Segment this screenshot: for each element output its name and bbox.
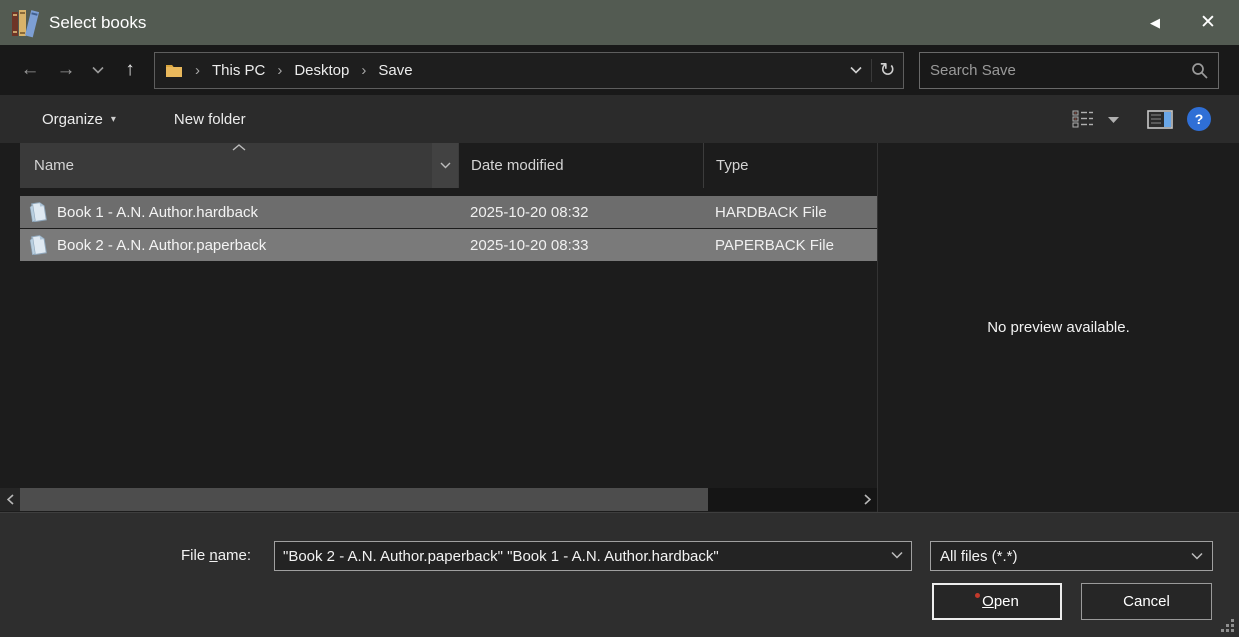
resize-grip[interactable] bbox=[1222, 620, 1234, 632]
navigation-bar: ← → ↑ › This PC › Desktop › Save ↻ bbox=[0, 45, 1239, 95]
breadcrumb-tail: ↻ bbox=[841, 59, 903, 82]
file-list-pane: Name Date modified Type bbox=[0, 143, 878, 512]
column-header-name[interactable]: Name bbox=[20, 143, 458, 188]
file-dialog-window: Select books ◀ ✕ ← → ↑ › This PC › Deskt… bbox=[0, 0, 1239, 637]
address-dropdown-button[interactable] bbox=[841, 61, 871, 79]
chevron-left-icon bbox=[7, 494, 14, 505]
chevron-right-icon bbox=[864, 494, 871, 505]
preview-pane-icon[interactable] bbox=[1147, 110, 1173, 129]
chevron-down-icon bbox=[850, 66, 862, 74]
breadcrumb-separator: › bbox=[357, 62, 370, 79]
help-button[interactable]: ? bbox=[1187, 107, 1211, 131]
details-view-icon[interactable] bbox=[1072, 110, 1094, 128]
command-toolbar: Organize ▾ New folder bbox=[0, 95, 1239, 143]
file-type-cell: PAPERBACK File bbox=[703, 237, 877, 254]
close-button[interactable]: ✕ bbox=[1177, 0, 1239, 45]
titlebar: Select books ◀ ✕ bbox=[0, 0, 1239, 45]
chevron-down-icon: ▾ bbox=[111, 114, 116, 125]
search-icon bbox=[1191, 62, 1208, 79]
breadcrumb-separator: › bbox=[191, 62, 204, 79]
breadcrumb-item-save[interactable]: Save bbox=[370, 62, 420, 79]
breadcrumb[interactable]: › This PC › Desktop › Save ↻ bbox=[154, 52, 904, 89]
file-type-select[interactable]: All files (*.*) bbox=[930, 541, 1213, 571]
organize-menu-button[interactable]: Organize ▾ bbox=[42, 111, 116, 128]
file-name-input[interactable] bbox=[274, 541, 912, 571]
file-type-cell: HARDBACK File bbox=[703, 204, 877, 221]
search-input[interactable] bbox=[930, 62, 1191, 79]
column-header-type-label: Type bbox=[716, 157, 749, 174]
open-label-post: pen bbox=[994, 593, 1019, 610]
file-name-label-pre: File bbox=[181, 547, 209, 564]
scroll-right-button[interactable] bbox=[857, 488, 877, 511]
breadcrumb-separator: › bbox=[273, 62, 286, 79]
chevron-down-icon bbox=[92, 66, 104, 74]
cancel-button[interactable]: Cancel bbox=[1081, 583, 1212, 620]
new-folder-button[interactable]: New folder bbox=[174, 111, 246, 128]
file-name-combobox[interactable] bbox=[274, 541, 912, 571]
books-app-icon bbox=[11, 8, 39, 38]
recent-locations-dropdown[interactable] bbox=[84, 52, 112, 88]
views-dropdown-chevron-icon[interactable] bbox=[1108, 116, 1119, 123]
preview-message: No preview available. bbox=[987, 319, 1130, 336]
file-name-cell: Book 1 - A.N. Author.hardback bbox=[20, 202, 458, 222]
file-name-text: Book 1 - A.N. Author.hardback bbox=[57, 204, 258, 221]
column-header-name-label: Name bbox=[34, 157, 74, 174]
open-label-accel: O bbox=[982, 593, 994, 610]
titlebar-controls: ◀ ✕ bbox=[1133, 0, 1239, 45]
open-button[interactable]: Open bbox=[932, 583, 1062, 620]
scroll-left-button[interactable] bbox=[0, 488, 20, 511]
file-row-book2[interactable]: Book 2 - A.N. Author.paperback 2025-10-2… bbox=[20, 229, 877, 261]
column-header-type[interactable]: Type bbox=[703, 143, 877, 188]
breadcrumb-item-desktop[interactable]: Desktop bbox=[286, 62, 357, 79]
cursor-click-dot bbox=[975, 593, 980, 598]
dialog-footer: File name: All files (*.*) Open Cancel bbox=[0, 512, 1239, 637]
column-header-date-modified[interactable]: Date modified bbox=[458, 143, 703, 188]
file-row-book1[interactable]: Book 1 - A.N. Author.hardback 2025-10-20… bbox=[20, 196, 877, 228]
file-date-cell: 2025-10-20 08:33 bbox=[458, 237, 703, 254]
column-headers: Name Date modified Type bbox=[20, 143, 877, 188]
file-name-label: File name: bbox=[181, 547, 251, 564]
refresh-button[interactable]: ↻ bbox=[871, 59, 903, 82]
organize-label: Organize bbox=[42, 111, 103, 128]
folder-icon bbox=[165, 63, 183, 78]
up-button[interactable]: ↑ bbox=[112, 52, 148, 88]
breadcrumb-item-this-pc[interactable]: This PC bbox=[204, 62, 273, 79]
toolbar-right-icons: ? bbox=[1072, 107, 1211, 131]
document-file-icon bbox=[29, 202, 48, 222]
file-name-cell: Book 2 - A.N. Author.paperback bbox=[20, 235, 458, 255]
chevron-down-icon bbox=[1191, 552, 1203, 560]
chevron-down-icon bbox=[440, 162, 451, 169]
column-filter-dropdown[interactable] bbox=[432, 143, 458, 188]
file-rows: Book 1 - A.N. Author.hardback 2025-10-20… bbox=[20, 196, 877, 262]
file-name-label-accel: n bbox=[209, 547, 217, 564]
forward-button[interactable]: → bbox=[48, 52, 84, 88]
document-file-icon bbox=[29, 235, 48, 255]
cancel-label: Cancel bbox=[1123, 593, 1170, 610]
column-header-date-label: Date modified bbox=[471, 157, 564, 174]
indicator-triangle-icon: ◀ bbox=[1133, 15, 1177, 31]
horizontal-scrollbar[interactable] bbox=[0, 488, 877, 511]
file-type-value: All files (*.*) bbox=[940, 548, 1018, 565]
file-date-cell: 2025-10-20 08:32 bbox=[458, 204, 703, 221]
main-area: Name Date modified Type bbox=[0, 143, 1239, 512]
back-button[interactable]: ← bbox=[12, 52, 48, 88]
window-title: Select books bbox=[49, 13, 146, 33]
scrollbar-thumb[interactable] bbox=[20, 488, 708, 511]
file-name-label-post: ame: bbox=[218, 547, 251, 564]
file-name-text: Book 2 - A.N. Author.paperback bbox=[57, 237, 266, 254]
preview-pane: No preview available. bbox=[878, 143, 1239, 512]
sort-ascending-icon bbox=[232, 144, 246, 151]
search-box[interactable] bbox=[919, 52, 1219, 89]
